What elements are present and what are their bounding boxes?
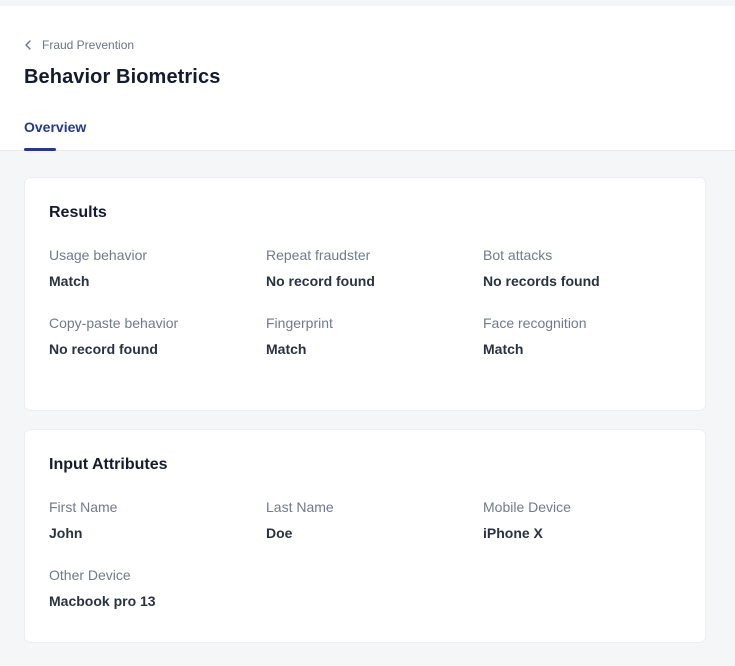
result-fingerprint: Fingerprint Match <box>266 315 466 357</box>
field-value: John <box>49 525 83 541</box>
field-label: Mobile Device <box>483 499 571 515</box>
input-attributes-card: Input Attributes First Name John Last Na… <box>24 429 706 643</box>
result-bot-attacks: Bot attacks No records found <box>483 247 683 289</box>
chevron-left-icon <box>24 40 32 50</box>
page-header: Fraud Prevention Behavior Biometrics Ove… <box>0 6 735 151</box>
field-label: Other Device <box>49 567 131 583</box>
tab-active-indicator <box>24 148 56 151</box>
result-usage-behavior: Usage behavior Match <box>49 247 249 289</box>
input-first-name: First Name John <box>49 499 249 541</box>
input-mobile-device: Mobile Device iPhone X <box>483 499 683 541</box>
field-label: Last Name <box>266 499 334 515</box>
input-last-name: Last Name Doe <box>266 499 466 541</box>
field-label: Usage behavior <box>49 247 148 263</box>
breadcrumb-back-link[interactable]: Fraud Prevention <box>24 38 134 52</box>
field-label: First Name <box>49 499 118 515</box>
field-label: Copy-paste behavior <box>49 315 179 331</box>
field-label: Repeat fraudster <box>266 247 371 263</box>
results-title: Results <box>49 204 107 221</box>
field-value: No record found <box>49 341 158 357</box>
input-attributes-title: Input Attributes <box>49 456 168 473</box>
field-value: Macbook pro 13 <box>49 593 156 609</box>
field-value: No records found <box>483 273 600 289</box>
field-value: Match <box>49 273 90 289</box>
input-other-device: Other Device Macbook pro 13 <box>49 567 249 609</box>
field-value: Match <box>266 341 307 357</box>
result-repeat-fraudster: Repeat fraudster No record found <box>266 247 466 289</box>
field-label: Face recognition <box>483 315 587 331</box>
breadcrumb-label: Fraud Prevention <box>42 38 135 52</box>
tab-overview[interactable]: Overview <box>24 119 86 135</box>
result-copy-paste-behavior: Copy-paste behavior No record found <box>49 315 249 357</box>
field-value: iPhone X <box>483 525 543 541</box>
field-value: No record found <box>266 273 375 289</box>
field-label: Fingerprint <box>266 315 333 331</box>
field-value: Doe <box>266 525 293 541</box>
results-card: Results Usage behavior Match Repeat frau… <box>24 177 706 411</box>
field-label: Bot attacks <box>483 247 553 263</box>
page-title: Behavior Biometrics <box>24 66 221 88</box>
result-face-recognition: Face recognition Match <box>483 315 683 357</box>
field-value: Match <box>483 341 524 357</box>
